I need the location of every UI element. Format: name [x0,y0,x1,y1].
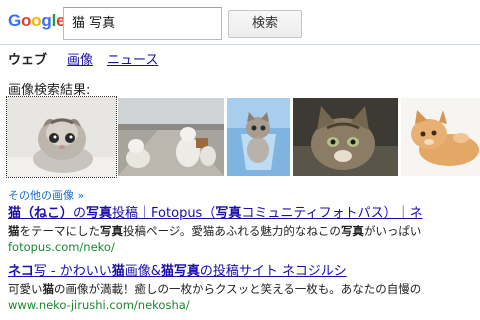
result-title-part: の投稿サイト ネコジルシ [199,264,347,279]
image-thumbnails [0,96,480,180]
result-title-part: 猫写真 [160,264,200,279]
snippet-part: 投稿ページ。愛猫あふれる魅力的なねこの [123,224,341,238]
snippet-part: 可愛い [8,282,43,296]
image-thumbnail[interactable] [6,96,117,178]
tab-web: ウェブ [8,53,48,68]
result-title-part: 画像& [124,264,161,279]
snippet-part: の画像が満載！癒しの一枚からクスッと笑える一枚も。あなたの自慢の [54,282,422,296]
snippet-part: 写真 [100,224,123,238]
snippet-part: をテーマにした [19,224,101,238]
tab-images[interactable]: 画像 [67,49,93,68]
google-logo[interactable]: Google [8,11,66,31]
result-title-part: 猫 [111,264,125,279]
search-result: ネコ写 - かわいい猫画像&猫写真の投稿サイト ネコジルシ 可愛い猫の画像が満載… [8,263,480,313]
snippet-part: 写真 [340,224,364,238]
search-input[interactable]: 猫 写真 [63,7,222,40]
kitten-glass-photo-icon [227,98,290,176]
tabby-kitten-photo-icon [293,98,398,176]
result-url: www.neko-jirushi.com/nekosha/ [8,298,190,312]
snippet-part: 猫 [42,282,55,296]
result-title-part: 写 - かわいい [33,264,112,279]
result-title-part: 写真 [215,206,242,221]
result-title-part: コミュニティフォトパス）｜ネ [241,206,423,221]
search-button[interactable]: 検索 [228,10,302,38]
cats-photo-icon [118,98,224,176]
logo-letter: o [21,11,32,30]
logo-letter: o [31,11,42,30]
orange-kitten-photo-icon [401,98,480,176]
image-thumbnail[interactable] [293,98,398,176]
search-result: 猫（ねこ）の写真投稿｜Fotopus（写真コミュニティフォトパス）｜ネ 猫をテー… [8,205,480,255]
result-url: fotopus.com/neko/ [8,240,115,254]
logo-letter: G [8,11,22,30]
result-title-link[interactable]: 猫（ねこ）の写真投稿｜Fotopus（写真コミュニティフォトパス）｜ネ [8,205,480,223]
result-snippet: 猫をテーマにした写真投稿ページ。愛猫あふれる魅力的なねこの写真がいっぱい [8,223,480,239]
search-type-nav: ウェブ 画像 ニュース [0,44,480,68]
snippet-part: 猫 [8,224,20,238]
tab-news[interactable]: ニュース [107,49,158,68]
result-title-part: の [73,206,87,221]
result-title-part: ネコ [8,264,34,279]
result-title-link[interactable]: ネコ写 - かわいい猫画像&猫写真の投稿サイト ネコジルシ [8,263,480,281]
result-snippet: 可愛い猫の画像が満載！癒しの一枚からクスッと笑える一枚も。あなたの自慢の [8,281,480,297]
snippet-part: がいっぱい [363,224,422,238]
logo-letter: g [41,11,52,30]
image-thumbnail[interactable] [227,98,290,176]
result-title-part: 写真 [86,206,113,221]
result-title-part: 猫（ねこ） [8,206,74,221]
result-title-part: 投稿｜Fotopus（ [112,206,216,221]
kitten-photo-icon [7,97,116,177]
image-thumbnail[interactable] [118,98,224,176]
image-thumbnail[interactable] [401,98,480,176]
more-images-link[interactable]: その他の画像 » [8,187,84,203]
